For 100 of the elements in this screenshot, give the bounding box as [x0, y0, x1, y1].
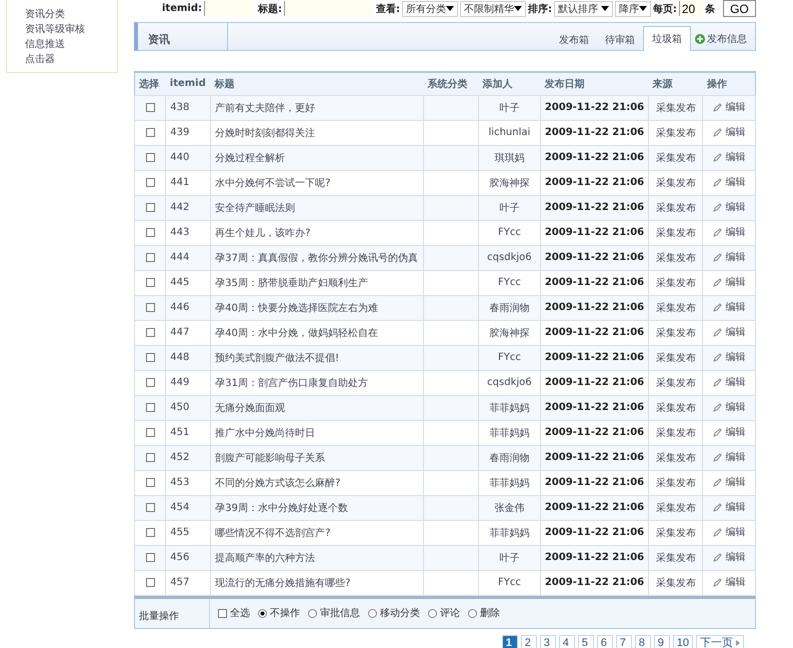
- sidebar-item[interactable]: 资讯分类: [25, 8, 117, 21]
- date-text: 2009-11-22 21:06: [544, 127, 644, 138]
- row-checkbox[interactable]: [146, 102, 155, 112]
- row-checkbox[interactable]: [146, 378, 155, 387]
- page-button[interactable]: 10: [672, 634, 693, 648]
- table-cell: 无痛分娩面面观: [210, 395, 424, 420]
- date-text: 2009-11-22 21:06: [544, 352, 644, 363]
- table-cell: 采集发布: [648, 220, 703, 245]
- table-cell: 采集发布: [648, 545, 703, 570]
- table-cell: FYcc: [478, 345, 540, 370]
- date-text: 2009-11-22 21:06: [544, 227, 644, 238]
- sidebar-item[interactable]: 资讯等级审核: [25, 23, 117, 36]
- row-checkbox[interactable]: [146, 178, 155, 187]
- tab[interactable]: 待审箱: [597, 29, 643, 51]
- order-select[interactable]: 降序: [614, 0, 651, 16]
- page-button[interactable]: 1: [502, 634, 518, 648]
- table-cell: 454: [166, 495, 211, 520]
- pencil-icon: [712, 302, 722, 312]
- pencil-icon: [712, 352, 722, 362]
- date-text: 2009-11-22 21:06: [544, 377, 644, 388]
- table-cell: 采集发布: [648, 445, 703, 470]
- table-cell: 451: [166, 420, 211, 445]
- column-header: 操作: [702, 72, 756, 95]
- sidebar-item[interactable]: 点击器: [25, 53, 117, 66]
- table-cell: 439: [166, 120, 211, 145]
- table-cell: 孕40周：水中分娩，做妈妈轻松自在: [210, 320, 424, 345]
- add-info-button[interactable]: 发布信息: [691, 28, 755, 50]
- table-cell: 哪些情况不得不选剖宫产?: [210, 520, 424, 545]
- batch-radio[interactable]: 删除: [468, 606, 500, 620]
- row-checkbox[interactable]: [146, 502, 155, 512]
- sort-select[interactable]: 默认排序: [554, 0, 613, 16]
- sidebar-item[interactable]: 信息推送: [25, 38, 117, 51]
- pencil-icon: [712, 402, 722, 412]
- row-checkbox[interactable]: [146, 202, 155, 212]
- pencil-icon: [712, 528, 722, 537]
- pencil-icon: [712, 452, 722, 462]
- tab[interactable]: 垃圾箱: [643, 26, 691, 51]
- column-header: 来源: [648, 72, 703, 95]
- go-button[interactable]: GO: [722, 0, 756, 17]
- pencil-icon: [712, 552, 722, 562]
- page-button[interactable]: 5: [578, 634, 594, 648]
- page-button[interactable]: 8: [634, 634, 651, 648]
- batch-radio[interactable]: 不操作: [258, 606, 300, 620]
- table-cell: 孕37周：真真假假，教你分辨分娩讯号的伪真: [210, 245, 424, 270]
- per-page-field[interactable]: 20: [678, 1, 703, 16]
- row-checkbox[interactable]: [146, 252, 155, 262]
- table-cell: 438: [166, 95, 211, 120]
- table-cell: 推广水中分娩尚待时日: [210, 420, 424, 445]
- table-cell: 孕31周：剖宫产伤口康复自助处方: [210, 370, 424, 395]
- table-cell: 采集发布: [648, 170, 703, 195]
- table-cell: cqsdkjo6: [478, 245, 540, 270]
- batch-radio[interactable]: 评论: [428, 606, 460, 620]
- page-button[interactable]: 7: [616, 634, 632, 648]
- page-button[interactable]: 9: [654, 634, 670, 648]
- row-checkbox[interactable]: [146, 328, 155, 337]
- table-cell: 采集发布: [648, 295, 703, 320]
- table-cell: 448: [166, 345, 211, 370]
- row-checkbox[interactable]: [146, 278, 155, 287]
- row-checkbox[interactable]: [146, 152, 155, 162]
- batch-radio[interactable]: 审批信息: [308, 606, 360, 620]
- pencil-icon: [712, 102, 722, 112]
- table-cell: 孕35周：脐带脱垂助产妇顺利生产: [210, 270, 424, 295]
- batch-radio[interactable]: 移动分类: [368, 606, 420, 620]
- per-page-unit: 条: [704, 2, 715, 16]
- select-all-checkbox[interactable]: 全选: [218, 606, 250, 620]
- pencil-icon: [712, 252, 722, 262]
- next-page-button[interactable]: 下一页: [696, 634, 744, 648]
- caret-icon: [446, 6, 454, 11]
- table-cell: 456: [166, 545, 211, 570]
- row-checkbox[interactable]: [146, 578, 155, 587]
- table-cell: 442: [166, 195, 211, 220]
- page-button[interactable]: 2: [520, 634, 537, 648]
- date-text: 2009-11-22 21:06: [544, 452, 644, 463]
- table-cell: 提高顺产率的六种方法: [210, 545, 424, 570]
- pencil-icon: [712, 478, 722, 487]
- table-cell: 采集发布: [648, 520, 703, 545]
- row-checkbox[interactable]: [146, 228, 155, 237]
- tab[interactable]: 发布箱: [551, 29, 597, 51]
- row-checkbox[interactable]: [146, 552, 155, 562]
- featured-select[interactable]: 不限制精华: [460, 0, 526, 16]
- row-checkbox[interactable]: [146, 478, 155, 487]
- column-header: 发布日期: [540, 72, 649, 95]
- category-select[interactable]: 所有分类: [402, 0, 458, 16]
- row-checkbox[interactable]: [146, 302, 155, 312]
- title-field[interactable]: [284, 1, 374, 16]
- page-button[interactable]: 3: [540, 634, 556, 648]
- table-cell: 444: [166, 245, 211, 270]
- row-checkbox[interactable]: [146, 402, 155, 412]
- table-cell: 采集发布: [648, 570, 703, 595]
- row-checkbox[interactable]: [146, 352, 155, 362]
- page-button[interactable]: 6: [596, 634, 613, 648]
- table-cell: 春雨润物: [478, 295, 540, 320]
- row-checkbox[interactable]: [146, 428, 155, 437]
- itemid-field[interactable]: [204, 1, 254, 16]
- pencil-icon: [712, 128, 722, 137]
- page-button[interactable]: 4: [558, 634, 575, 648]
- table-cell: 446: [166, 295, 211, 320]
- row-checkbox[interactable]: [146, 128, 155, 137]
- row-checkbox[interactable]: [146, 452, 155, 462]
- row-checkbox[interactable]: [146, 528, 155, 537]
